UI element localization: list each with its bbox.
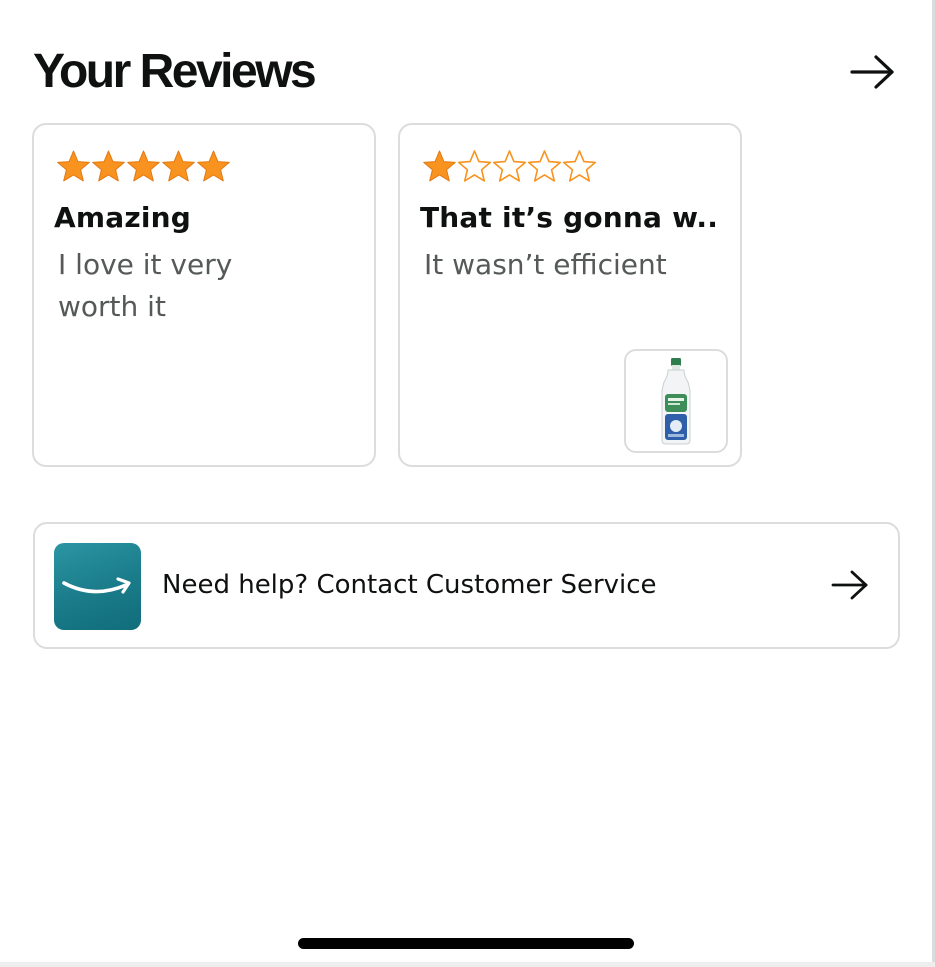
dish-soap-bottle-icon <box>661 358 691 445</box>
star-empty-icon <box>562 150 597 182</box>
review-card[interactable]: That it’s gonna w... It wasn’t efficient <box>398 123 742 467</box>
star-rating <box>56 149 231 184</box>
star-filled-icon <box>197 150 230 182</box>
star-filled-icon <box>423 150 456 182</box>
star-rating <box>422 149 597 184</box>
star-empty-icon <box>492 150 527 182</box>
star-filled-icon <box>92 150 125 182</box>
review-title: Amazing <box>54 201 192 234</box>
review-card[interactable]: Amazing I love it very worth it <box>32 123 376 467</box>
star-empty-icon <box>457 150 492 182</box>
review-body: It wasn’t efficient <box>424 248 667 281</box>
amazon-smile-logo-icon <box>54 543 141 630</box>
bottom-divider <box>0 962 935 967</box>
star-filled-icon <box>127 150 160 182</box>
star-filled-icon <box>162 150 195 182</box>
star-empty-icon <box>527 150 562 182</box>
home-indicator[interactable] <box>298 938 634 949</box>
star-filled-icon <box>57 150 90 182</box>
review-title: That it’s gonna w... <box>420 201 720 234</box>
product-thumbnail[interactable] <box>624 349 728 453</box>
page-title: Your Reviews <box>33 45 317 98</box>
customer-service-card[interactable]: Need help? Contact Customer Service <box>33 522 900 649</box>
arrow-right-icon[interactable] <box>848 52 898 92</box>
customer-service-label: Need help? Contact Customer Service <box>162 570 657 600</box>
arrow-right-icon <box>831 570 868 600</box>
review-body: I love it very worth it <box>58 248 233 323</box>
